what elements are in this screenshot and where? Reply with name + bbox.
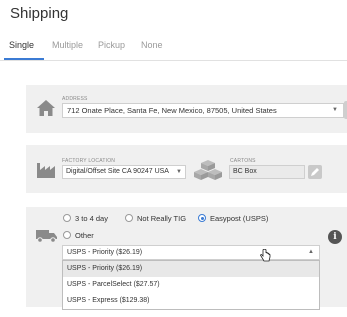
address-panel: ADDRESS 712 Onate Place, Santa Fe, New M… (26, 85, 347, 133)
cartons-label: CARTONS (230, 158, 256, 164)
chevron-up-icon: ▲ (308, 249, 314, 255)
house-icon (37, 100, 55, 116)
shipping-tabs: Single Multiple Pickup None (0, 30, 347, 61)
radio-label: Other (75, 231, 94, 240)
cartons-field[interactable]: BC Box (229, 165, 305, 179)
address-label: ADDRESS (62, 96, 88, 102)
tab-multiple[interactable]: Multiple (52, 40, 83, 50)
radio-button[interactable] (125, 214, 133, 222)
chevron-down-icon: ▼ (332, 107, 338, 113)
shipping-rate-dropdown: USPS - Priority ($26.19) USPS - ParcelSe… (62, 260, 320, 310)
radio-button[interactable] (63, 231, 71, 239)
cartons-edit-button[interactable] (308, 165, 322, 179)
tab-single[interactable]: Single (9, 40, 34, 50)
shipping-rate-select[interactable]: USPS - Priority ($26.19) ▲ (62, 245, 320, 260)
tab-none[interactable]: None (141, 40, 163, 50)
active-tab-indicator (4, 58, 44, 60)
factory-icon (37, 163, 55, 178)
shipping-rate-value: USPS - Priority ($26.19) (67, 249, 143, 256)
hand-cursor-icon (260, 249, 271, 262)
dropdown-option-priority[interactable]: USPS - Priority ($26.19) (63, 261, 319, 277)
radio-button[interactable] (63, 214, 71, 222)
radio-label: Not Really TIG (137, 214, 187, 223)
dropdown-option-parcelselect[interactable]: USPS - ParcelSelect ($27.57) (63, 277, 319, 293)
dropdown-option-express[interactable]: USPS - Express ($129.38) (63, 293, 319, 309)
radio-button-selected[interactable] (198, 214, 206, 222)
address-select[interactable]: 712 Onate Place, Santa Fe, New Mexico, 8… (62, 103, 344, 118)
factory-select[interactable]: Digital/Offset Site CA 90247 USA ▼ (62, 165, 186, 179)
factory-panel: FACTORY LOCATION Digital/Offset Site CA … (26, 145, 347, 193)
info-icon[interactable]: i (328, 230, 342, 244)
radio-label: Easypost (USPS) (210, 214, 269, 223)
factory-label: FACTORY LOCATION (62, 158, 116, 164)
cartons-value: BC Box (233, 168, 257, 175)
tab-pickup[interactable]: Pickup (98, 40, 125, 50)
address-value: 712 Onate Place, Santa Fe, New Mexico, 8… (67, 106, 277, 115)
truck-icon (36, 230, 57, 243)
boxes-icon (194, 160, 222, 180)
pencil-icon (311, 168, 319, 176)
chevron-down-icon: ▼ (176, 169, 182, 175)
factory-value: Digital/Offset Site CA 90247 USA (66, 168, 169, 175)
page-title: Shipping (10, 5, 69, 22)
radio-label: 3 to 4 day (75, 214, 108, 223)
